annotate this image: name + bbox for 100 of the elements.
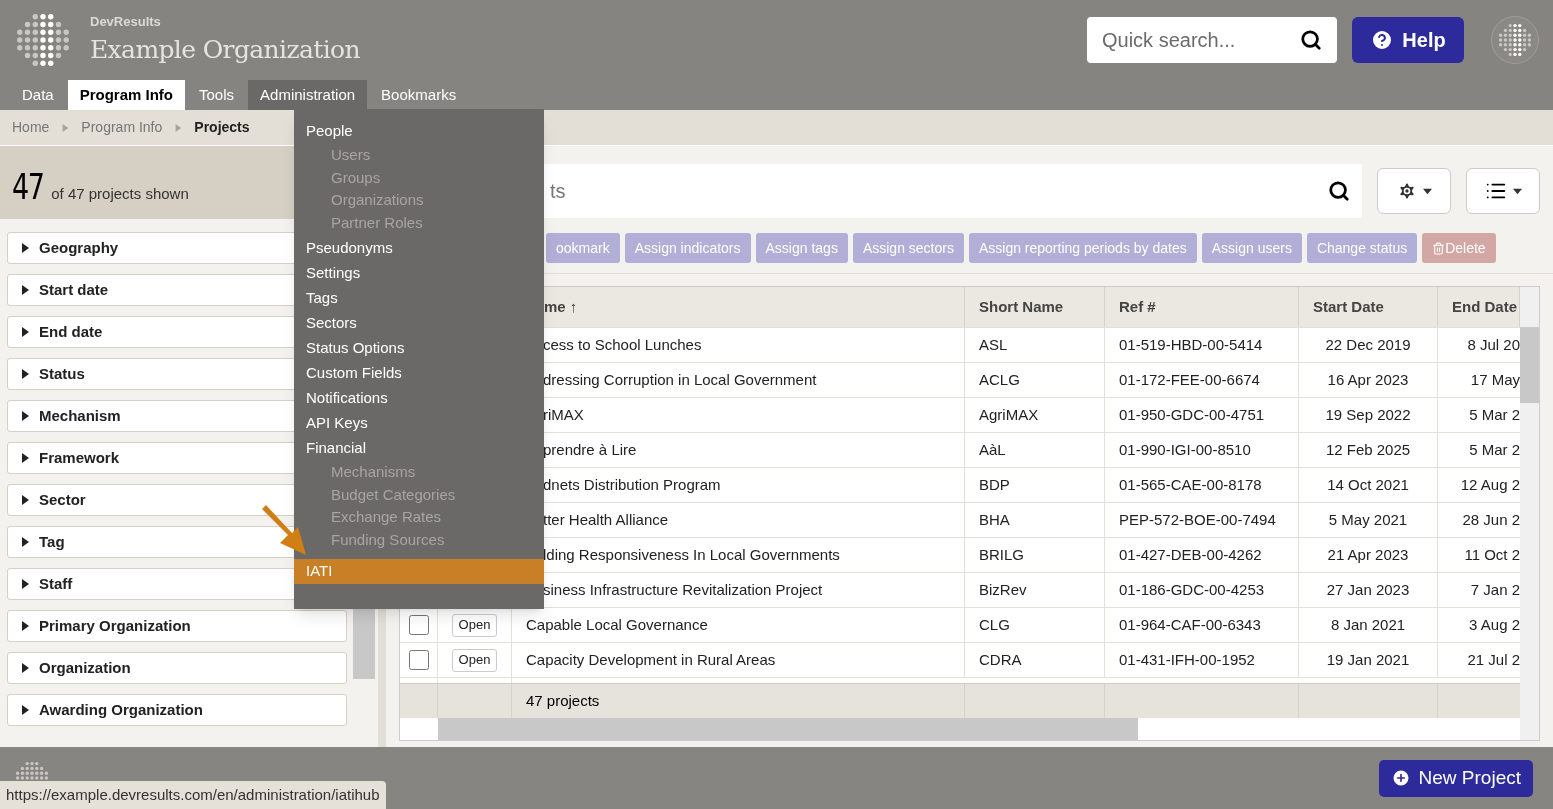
footer-logo-icon xyxy=(14,760,50,781)
help-button[interactable]: Help xyxy=(1352,17,1464,63)
breadcrumb-separator-icon xyxy=(174,123,183,132)
caret-icon xyxy=(1422,186,1432,196)
trash-icon xyxy=(1432,241,1446,255)
count-caption: of 47 projects shown xyxy=(51,183,189,204)
list-view-dropdown[interactable] xyxy=(1466,168,1540,214)
table-cell-text: ACLG xyxy=(979,369,1020,390)
caret-icon xyxy=(20,285,30,295)
table-cell-text: 14 Oct 2021 xyxy=(1327,474,1409,495)
quick-search-bar[interactable]: Quick search... xyxy=(1087,17,1337,63)
avatar-icon xyxy=(1497,22,1533,58)
caret-icon xyxy=(20,579,30,589)
table-cell-text: 01-172-FEE-00-6674 xyxy=(1119,369,1260,390)
table-cell-text: 01-990-IGI-00-8510 xyxy=(1119,439,1251,460)
caret-icon xyxy=(20,537,30,547)
table-cell-text: ASL xyxy=(979,334,1008,355)
caret-icon xyxy=(20,327,30,337)
filter-accordion[interactable]: Organization xyxy=(7,652,347,684)
project-count: 47 xyxy=(12,169,44,205)
project-name: prendre à Lire xyxy=(543,439,637,460)
breadcrumb-link[interactable]: Home xyxy=(12,117,50,138)
project-name: Capable Local Governance xyxy=(526,614,708,635)
caret-icon xyxy=(20,243,30,253)
caret-icon xyxy=(20,705,30,715)
user-avatar[interactable] xyxy=(1491,16,1539,64)
table-cell-text: 21 Jul 2 xyxy=(1467,649,1520,670)
menu-item[interactable]: IATI xyxy=(294,559,544,584)
nav-tab[interactable]: Data xyxy=(10,80,66,110)
caret-icon xyxy=(20,411,30,421)
status-bar-url: https://example.devresults.com/en/administration/iatihub xyxy=(0,781,386,809)
table-cell-text: BDP xyxy=(979,474,1010,495)
table-cell-text: 16 Apr 2023 xyxy=(1327,369,1409,390)
row-checkbox[interactable] xyxy=(408,650,429,670)
caret-icon xyxy=(20,369,30,379)
nav-tab[interactable]: Bookmarks xyxy=(369,80,469,110)
table-cell-text: 5 Mar 2 xyxy=(1469,404,1520,425)
breadcrumb-link[interactable]: Projects xyxy=(194,117,250,138)
table-cell-text: BRILG xyxy=(979,544,1024,565)
table-cell-text: 01-186-GDC-00-4253 xyxy=(1119,579,1265,600)
project-name: dressing Corruption in Local Government xyxy=(543,369,817,390)
table-cell-text: AàL xyxy=(979,439,1006,460)
table-cell-text: 8 Jan 2021 xyxy=(1330,614,1406,635)
column-header[interactable]: Short Name xyxy=(965,287,1105,327)
row-checkbox[interactable] xyxy=(408,615,429,635)
caret-icon xyxy=(20,453,30,463)
column-header[interactable]: Ref # xyxy=(1105,287,1299,327)
table-cell-text: 01-950-GDC-00-4751 xyxy=(1119,404,1265,425)
caret-icon xyxy=(20,621,30,631)
table-cell-text: 5 Mar 2 xyxy=(1469,439,1520,460)
table-footer-count: 47 projects xyxy=(526,690,600,711)
table-cell-text: 28 Jun 2 xyxy=(1462,509,1520,530)
table-cell-text: AgriMAX xyxy=(979,404,1039,425)
open-button[interactable]: Open xyxy=(451,613,498,637)
table-cell-text: CLG xyxy=(979,614,1010,635)
table-cell-text: 19 Sep 2022 xyxy=(1325,404,1411,425)
table-cell-text: PEP-572-BOE-00-7494 xyxy=(1119,509,1276,530)
nav-tab[interactable]: Administration xyxy=(248,80,368,110)
project-name: Capacity Development in Rural Areas xyxy=(526,649,776,670)
project-name: dnets Distribution Program xyxy=(543,474,721,495)
organization-name: Example Organization xyxy=(90,34,360,66)
table-cell-text: 5 May 2021 xyxy=(1328,509,1408,530)
nav-tab[interactable]: Tools xyxy=(187,80,247,110)
project-name: tter Health Alliance xyxy=(543,509,669,530)
product-name: DevResults xyxy=(90,12,162,31)
search-icon xyxy=(1300,29,1322,51)
table-cell-text: 27 Jan 2023 xyxy=(1326,579,1410,600)
filter-accordion[interactable]: Primary Organization xyxy=(7,610,347,642)
plus-icon xyxy=(1390,768,1411,788)
table-cell-text: 7 Jan 2 xyxy=(1470,579,1520,600)
filter-accordion[interactable]: Awarding Organization xyxy=(7,694,347,726)
nav-tab[interactable]: Program Info xyxy=(67,80,186,110)
table-cell-text: 01-964-CAF-00-6343 xyxy=(1119,614,1261,635)
menu-item[interactable]: People xyxy=(294,119,544,144)
project-name: siness Infrastructure Revitalization Project xyxy=(543,579,823,600)
project-name: cess to School Lunches xyxy=(543,334,702,355)
table-cell-text: 19 Jan 2021 xyxy=(1326,649,1410,670)
settings-dropdown[interactable] xyxy=(1377,168,1451,214)
table-cell-text: 01-565-CAE-00-8178 xyxy=(1119,474,1262,495)
caret-icon xyxy=(20,663,30,673)
search-icon xyxy=(1328,180,1350,202)
project-search-field[interactable]: ts xyxy=(550,176,1328,206)
breadcrumb-link[interactable]: Program Info xyxy=(81,117,163,138)
table-cell-text: BHA xyxy=(979,509,1010,530)
column-header[interactable]: Start Date xyxy=(1299,287,1438,327)
project-name: riMAX xyxy=(543,404,584,425)
new-project-button[interactable]: New Project xyxy=(1378,759,1533,797)
quick-search-field[interactable]: Quick search... xyxy=(1102,25,1300,55)
table-cell-text: BizRev xyxy=(979,579,1027,600)
caret-icon xyxy=(1512,186,1522,196)
table-scrollbar[interactable] xyxy=(1520,327,1539,403)
table-cell-text: 21 Apr 2023 xyxy=(1327,544,1409,565)
table-cell-text: 11 Oct 2 xyxy=(1464,544,1520,565)
table-cell-text: 12 Aug 2 xyxy=(1460,474,1520,495)
logo-icon xyxy=(14,11,72,69)
table-cell-text: 01-431-IFH-00-1952 xyxy=(1119,649,1255,670)
horizontal-scrollbar[interactable] xyxy=(438,718,1138,740)
open-button[interactable]: Open xyxy=(451,648,498,672)
table-cell-text: 8 Jul 20 xyxy=(1467,334,1520,355)
table-cell-text: 01-427-DEB-00-4262 xyxy=(1119,544,1262,565)
